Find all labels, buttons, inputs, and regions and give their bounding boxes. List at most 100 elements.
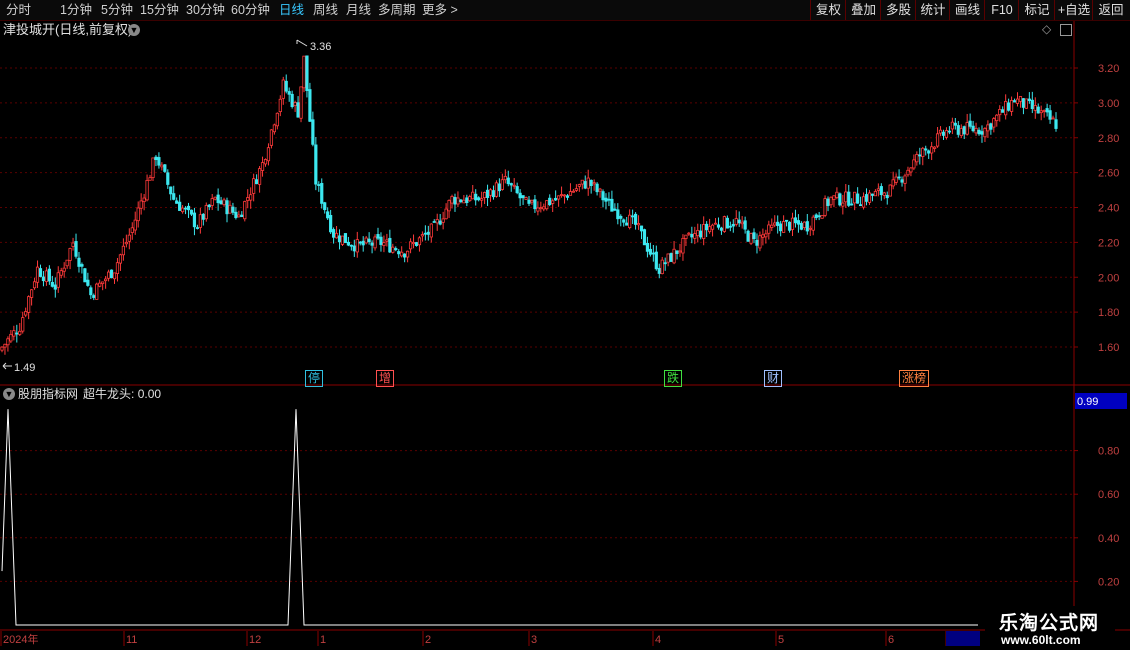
candle-body — [998, 109, 1002, 116]
candle-body — [331, 229, 336, 238]
candle-body — [648, 248, 652, 255]
candle-body — [651, 252, 655, 255]
candle-body — [56, 272, 60, 288]
candle-body — [65, 259, 69, 267]
candle-body — [974, 127, 978, 134]
time-tick-label: 5 — [778, 634, 784, 646]
candle-body — [414, 242, 419, 246]
candle-body — [1051, 117, 1055, 120]
candle-body — [681, 237, 685, 254]
candle-body — [693, 233, 697, 239]
candle-body — [213, 196, 217, 200]
candle-body — [355, 239, 359, 253]
candle-body — [506, 177, 510, 185]
candle-body — [802, 221, 806, 229]
candle-body — [888, 184, 892, 197]
candle-body — [944, 130, 949, 138]
candle-body — [927, 150, 931, 154]
candle-body — [9, 333, 13, 342]
candle-body — [370, 242, 374, 246]
event-tag-top-gainer[interactable]: 涨榜 — [899, 370, 930, 387]
chevron-down-icon[interactable]: ▼ — [3, 388, 15, 400]
candle-body — [980, 131, 984, 135]
candle-body — [326, 211, 330, 219]
candle-body — [305, 55, 309, 91]
candle-body — [592, 182, 596, 185]
candle-body — [719, 227, 724, 231]
candle-body — [829, 196, 833, 206]
candle-body — [80, 264, 84, 267]
candle-body — [799, 223, 803, 230]
candle-body — [376, 234, 380, 239]
candle-body — [779, 223, 783, 232]
event-tag-increase[interactable]: 增 — [376, 370, 395, 387]
candle-body — [773, 222, 777, 226]
candle-body — [98, 282, 102, 287]
candle-body — [59, 270, 63, 276]
candle-body — [311, 119, 315, 145]
candle-body — [734, 218, 738, 225]
candle-body — [474, 193, 478, 201]
candle-body — [491, 190, 496, 198]
candle-body — [44, 270, 49, 282]
candle-body — [382, 242, 386, 247]
candle-body — [83, 268, 87, 283]
event-tag-finance[interactable]: 财 — [764, 370, 783, 387]
candle-body — [148, 177, 152, 181]
candle-body — [906, 169, 910, 176]
candle-body — [986, 124, 990, 132]
candle-body — [1045, 108, 1049, 113]
candle-body — [0, 346, 4, 351]
candle-body — [210, 198, 214, 206]
candle-body — [444, 208, 448, 220]
low-price-label: 1.49 — [14, 362, 35, 374]
candle-body — [18, 330, 22, 335]
indicator-source[interactable]: 股朋指标网 — [18, 386, 78, 402]
candle-body — [237, 214, 241, 218]
candle-body — [462, 199, 466, 204]
candle-body — [941, 131, 946, 136]
candle-body — [240, 214, 244, 218]
indicator-name-colon: : — [131, 387, 138, 401]
candle-body — [856, 193, 860, 204]
candle-body — [269, 129, 274, 146]
price-tick-label: 2.20 — [1098, 237, 1119, 249]
candle-body — [619, 215, 623, 219]
candle-body — [420, 234, 425, 237]
candle-body — [776, 221, 780, 226]
candle-body — [864, 194, 869, 202]
candle-body — [814, 214, 818, 219]
candle-body — [432, 221, 436, 223]
candle-body — [27, 296, 31, 313]
candle-body — [181, 207, 185, 213]
candle-body — [118, 254, 123, 264]
candle-body — [503, 175, 507, 181]
candle-body — [109, 269, 114, 279]
candle-body — [24, 311, 28, 316]
candle-body — [820, 215, 824, 219]
candle-body — [533, 199, 537, 210]
candle-body — [391, 246, 395, 253]
candle-body — [761, 234, 765, 238]
candle-body — [50, 281, 54, 287]
candle-body — [429, 223, 433, 238]
candle-body — [539, 207, 543, 210]
candle-body — [485, 189, 490, 198]
candle-body — [92, 295, 96, 298]
candle-body — [260, 162, 265, 171]
time-tick-label: 6 — [888, 634, 894, 646]
candle-body — [385, 239, 389, 242]
candle-body — [1004, 100, 1008, 116]
candle-body — [1001, 109, 1005, 113]
time-tick-label: 12 — [249, 634, 261, 646]
candle-body — [562, 194, 567, 197]
candle-body — [749, 233, 753, 244]
candle-body — [136, 207, 140, 222]
candle-body — [21, 317, 25, 332]
event-tag-suspend[interactable]: 停 — [305, 370, 324, 387]
event-tag-drop[interactable]: 跌 — [664, 370, 683, 387]
candle-body — [450, 196, 454, 204]
price-tick-label: 2.40 — [1098, 203, 1119, 215]
candle-body — [583, 181, 587, 189]
candle-body — [844, 191, 848, 203]
